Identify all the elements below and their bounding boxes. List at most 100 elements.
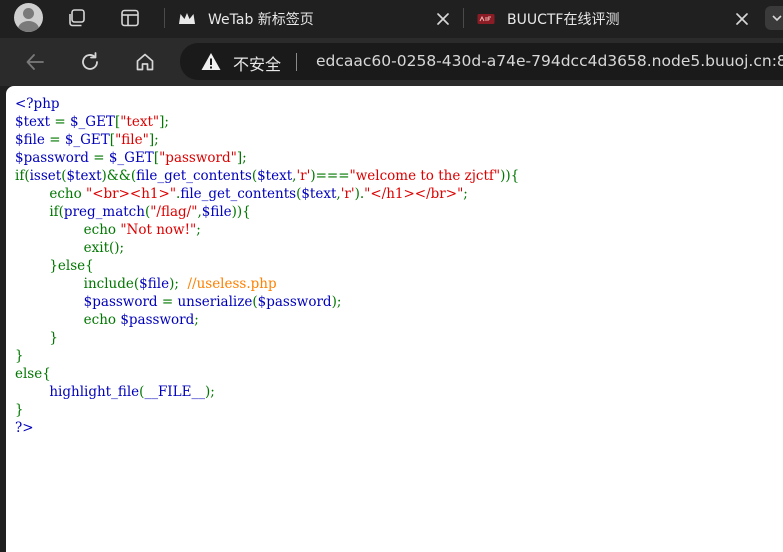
security-label[interactable]: 不安全 [233,51,281,75]
collections-button[interactable] [64,5,90,31]
code-token: )&&( [101,168,137,184]
code-token: ); [331,294,342,310]
code-line: else{ [15,365,519,383]
tab-close-button[interactable] [733,10,751,28]
code-token: echo [15,186,86,202]
code-token: $password [257,294,332,310]
address-separator [296,53,297,71]
tab-title: BUUCTF在线评测 [507,12,620,28]
code-token: } [15,348,24,364]
code-token: }else{ [15,258,94,274]
close-icon [437,13,449,25]
code-token: ]; [159,114,169,130]
code-token: ]; [148,132,159,148]
address-bar[interactable]: 不安全 edcaac60-0258-430d-a74e-794dcc4d3658… [180,43,783,80]
code-token: include( [15,276,140,292]
code-token: <?php [15,96,60,112]
code-token: $file [139,276,170,292]
tab-buuctf[interactable]: BUUCTF在线评测 [465,0,783,38]
code-token: file_get_contents [180,186,297,202]
collections-icon [69,9,85,27]
code-token: } [15,402,24,418]
code-token: $text [15,114,51,130]
code-token: $file [15,132,45,148]
code-token: isset [29,168,62,184]
code-line: $password = $_GET["password"]; [15,149,519,167]
code-token: __FILE__ [144,384,205,400]
code-line: } [15,347,519,365]
code-line: ?> [15,419,519,437]
tab-separator [164,8,165,28]
code-token: unserialize [177,294,253,310]
home-icon [136,53,154,71]
close-icon [736,13,748,25]
code-token: ); [169,276,188,292]
code-token: preg_match [63,204,145,220]
avatar-body-shape [18,21,39,32]
warning-triangle-icon[interactable] [201,52,221,71]
code-token: = [88,150,109,166]
code-token: ); [204,384,215,400]
code-token: "text" [120,114,160,130]
code-line: $file = $_GET["file"]; [15,131,519,149]
code-token: $_GET [108,150,154,166]
code-token: } [15,330,58,346]
arrow-left-icon [26,54,44,70]
code-token: "/flag/" [150,204,198,220]
code-line: $password = unserialize($password); [15,293,519,311]
code-token: $text [301,186,337,202]
code-line: exit(); [15,239,519,257]
code-token: if( [15,204,64,220]
tab-wetab[interactable]: WeTab 新标签页 [166,0,462,38]
code-token: )=== [310,168,350,184]
toolbar: 不安全 edcaac60-0258-430d-a74e-794dcc4d3658… [0,38,783,86]
tab-actions-button[interactable] [117,5,143,31]
code-token: = [50,114,70,130]
code-line: include($file); //useless.php [15,275,519,293]
code-token: "Not now!" [120,222,197,238]
code-token: exit(); [15,240,125,256]
tab-close-button[interactable] [434,10,452,28]
code-token: ; [463,186,468,202]
code-token: ; [194,312,199,328]
code-line: } [15,401,519,419]
code-token: if( [15,168,30,184]
code-token: else{ [15,366,51,382]
code-line: } [15,329,519,347]
refresh-icon [82,52,98,70]
avatar-head-shape [23,8,34,19]
code-token: 'r' [296,168,311,184]
refresh-button[interactable] [76,48,104,76]
php-source-code: <?php $text = $_GET["text"]; $file = $_GET… [15,95,519,437]
tab-overflow-button[interactable] [765,6,783,30]
code-token: $file [201,204,232,220]
code-line: echo "Not now!"; [15,221,519,239]
code-token: file_get_contents [136,168,252,184]
back-button[interactable] [21,48,49,76]
code-token: )){ [500,168,520,184]
profile-avatar[interactable] [14,3,43,32]
code-token: echo [15,222,121,238]
tab-actions-icon [121,9,139,27]
code-token: $_GET [69,114,115,130]
code-token: $password [120,312,195,328]
code-line: $text = $_GET["text"]; [15,113,519,131]
home-button[interactable] [131,48,159,76]
tab-strip: WeTab 新标签页 BUUCTF在线评测 [0,0,783,38]
code-token: highlight_file [49,384,140,400]
page-viewport: <?php $text = $_GET["text"]; $file = $_GET… [6,86,783,552]
code-line: <?php [15,95,519,113]
code-line: }else{ [15,257,519,275]
url-text[interactable]: edcaac60-0258-430d-a74e-794dcc4d3658.nod… [316,52,783,70]
buuctf-icon [477,10,495,28]
code-token: echo [15,312,121,328]
tab-title: WeTab 新标签页 [208,12,314,28]
code-token: ). [354,186,365,202]
code-token: ?> [15,420,34,436]
tab-separator [463,8,464,28]
code-token: //useless.php [187,276,277,292]
wetab-crown-icon [178,10,196,28]
code-token: $_GET [64,132,110,148]
code-line: if(preg_match("/flag/",$file)){ [15,203,519,221]
